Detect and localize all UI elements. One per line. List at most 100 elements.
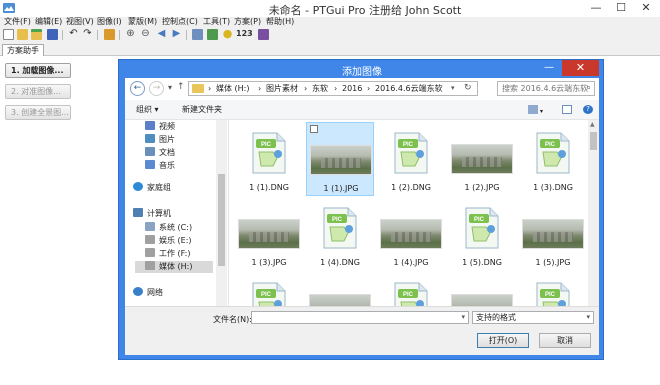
numbers-icon[interactable]: 123: [236, 29, 253, 38]
chevron-down-icon[interactable]: ▾: [461, 313, 465, 321]
nav-item-drive-f[interactable]: 工作 (F:): [145, 248, 190, 260]
undo-icon[interactable]: ↶: [68, 29, 79, 40]
recent-locations-icon[interactable]: ▾: [168, 83, 172, 92]
nav-scrollbar[interactable]: [216, 120, 227, 306]
nav-item-videos[interactable]: 视频: [145, 121, 175, 133]
dng-file-icon: PIC: [252, 132, 286, 174]
table-icon[interactable]: [207, 29, 218, 40]
tab-project-assistant[interactable]: 方案助手: [2, 44, 44, 56]
file-name: 1 (1).DNG: [249, 183, 289, 192]
file-item[interactable]: PIC: [519, 272, 587, 306]
lightbulb-icon[interactable]: ●: [222, 28, 233, 40]
new-project-icon[interactable]: [3, 29, 14, 40]
file-item[interactable]: [306, 272, 374, 306]
menu-tools[interactable]: 工具(T): [203, 17, 230, 27]
breadcrumb-current-folder[interactable]: 2016.4.6云端东软: [375, 83, 443, 95]
scroll-up-icon[interactable]: ▲: [590, 121, 595, 128]
address-bar[interactable]: › 媒体 (H:) › 图片素材 › 东软 › 2016 › 2016.4.6云…: [188, 81, 478, 96]
nav-item-computer[interactable]: 计算机: [133, 208, 171, 220]
forward-button[interactable]: →: [149, 81, 164, 96]
nav-item-network[interactable]: 网络: [133, 287, 163, 299]
minimize-button[interactable]: —: [584, 0, 608, 17]
nav-item-drive-h[interactable]: 媒体 (H:): [135, 261, 213, 273]
filename-input[interactable]: ▾: [251, 311, 469, 324]
menu-edit[interactable]: 编辑(E): [35, 17, 62, 27]
menu-help[interactable]: 帮助(H): [266, 17, 294, 27]
save-icon[interactable]: [47, 29, 58, 40]
back-button[interactable]: ←: [130, 81, 145, 96]
tab-strip: 方案助手: [0, 43, 660, 56]
nav-item-music[interactable]: 音乐: [145, 160, 175, 172]
panorama-editor-icon[interactable]: [192, 29, 203, 40]
file-item[interactable]: PIC 1 (5).DNG: [448, 197, 516, 271]
zoom-out-icon[interactable]: ⊖: [140, 29, 151, 40]
open-folder-icon[interactable]: [17, 29, 28, 40]
file-item[interactable]: PIC: [235, 272, 303, 306]
nav-item-homegroup[interactable]: 家庭组: [133, 182, 171, 194]
open-button[interactable]: 打开(O): [477, 333, 529, 348]
organize-menu[interactable]: 组织 ▾: [136, 104, 159, 115]
maximize-button[interactable]: ☐: [609, 0, 633, 17]
breadcrumb-year[interactable]: 2016: [342, 83, 362, 95]
file-item[interactable]: 1 (3).JPG: [235, 197, 303, 271]
svg-text:PIC: PIC: [474, 217, 485, 223]
file-type-select[interactable]: 支持的格式 ▾: [472, 311, 594, 324]
help-icon[interactable]: ?: [583, 105, 593, 114]
zoom-in-icon[interactable]: ⊕: [125, 29, 136, 40]
nav-item-drive-e[interactable]: 娱乐 (E:): [145, 235, 192, 247]
file-item[interactable]: 1 (4).JPG: [377, 197, 445, 271]
selection-checkbox[interactable]: [310, 125, 318, 133]
breadcrumb-picture-assets[interactable]: 图片素材: [266, 83, 298, 95]
redo-icon[interactable]: ↷: [82, 29, 93, 40]
file-item[interactable]: PIC 1 (1).DNG: [235, 122, 303, 196]
menu-project[interactable]: 方案(P): [234, 17, 261, 27]
dialog-close-button[interactable]: ✕: [562, 60, 599, 76]
menu-file[interactable]: 文件(F): [4, 17, 31, 27]
menu-view[interactable]: 视图(V): [66, 17, 94, 27]
file-item[interactable]: [448, 272, 516, 306]
file-item[interactable]: 1 (1).JPG: [306, 122, 374, 196]
breadcrumb-drive[interactable]: 媒体 (H:): [216, 83, 250, 95]
toolbar: ↶ ↷ ⊕ ⊖ ◀ ▶ ● 123: [0, 28, 660, 42]
cancel-button[interactable]: 取消: [539, 333, 591, 348]
file-type-value: 支持的格式: [476, 313, 516, 322]
preview-pane-icon[interactable]: [562, 105, 572, 114]
recent-folder-icon[interactable]: [31, 29, 42, 40]
menu-control-points[interactable]: 控制点(C): [162, 17, 198, 27]
help-book-icon[interactable]: [258, 29, 269, 40]
documents-icon: [145, 147, 155, 156]
nav-scrollbar-thumb[interactable]: [218, 174, 225, 266]
create-panorama-button[interactable]: 3. 创建全景图...: [5, 105, 71, 120]
file-item[interactable]: PIC 1 (3).DNG: [519, 122, 587, 196]
up-folder-icon[interactable]: ↑: [177, 82, 185, 92]
new-folder-button[interactable]: 新建文件夹: [182, 104, 222, 115]
arrow-right-icon[interactable]: ▶: [171, 29, 182, 40]
load-images-button[interactable]: 1. 加载图像...: [5, 63, 71, 78]
file-item[interactable]: 1 (2).JPG: [448, 122, 516, 196]
network-icon: [133, 287, 143, 296]
file-scrollbar[interactable]: ▲: [588, 120, 599, 306]
file-item[interactable]: PIC 1 (2).DNG: [377, 122, 445, 196]
jpg-thumbnail: [522, 219, 584, 249]
view-dropdown-icon[interactable]: ▾: [540, 106, 543, 117]
address-dropdown-icon[interactable]: ▾: [451, 84, 455, 92]
breadcrumb-neusoft[interactable]: 东软: [312, 83, 328, 95]
file-item[interactable]: 1 (5).JPG: [519, 197, 587, 271]
nav-item-drive-c[interactable]: 系统 (C:): [145, 222, 192, 234]
batch-icon[interactable]: [104, 29, 115, 40]
file-name: 1 (3).JPG: [251, 258, 287, 267]
nav-item-pictures[interactable]: 图片: [145, 134, 175, 146]
search-input[interactable]: 搜索 2016.4.6云端东软 ⌕: [497, 81, 595, 96]
menu-mask[interactable]: 蒙版(M): [128, 17, 157, 27]
close-button[interactable]: ✕: [634, 0, 658, 17]
file-scrollbar-thumb[interactable]: [590, 132, 597, 150]
refresh-icon[interactable]: ↻: [464, 83, 472, 93]
nav-item-documents[interactable]: 文档: [145, 147, 175, 159]
arrow-left-icon[interactable]: ◀: [156, 29, 167, 40]
menu-image[interactable]: 图像(I): [97, 17, 122, 27]
file-item[interactable]: PIC: [377, 272, 445, 306]
view-options-icon[interactable]: [528, 105, 538, 114]
file-item[interactable]: PIC 1 (4).DNG: [306, 197, 374, 271]
align-images-button[interactable]: 2. 对准图像...: [5, 84, 71, 99]
dialog-minimize-button[interactable]: —: [541, 62, 557, 74]
